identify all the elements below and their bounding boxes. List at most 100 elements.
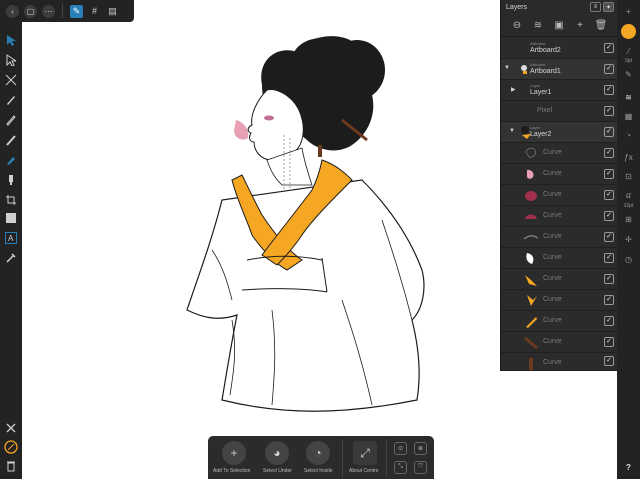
- pin-icon[interactable]: ✦: [603, 2, 614, 12]
- snap-icon[interactable]: ✢: [621, 232, 636, 246]
- curve-thumb: [525, 275, 537, 286]
- stroke-icon[interactable]: ⁄: [621, 44, 636, 58]
- visibility-checkbox[interactable]: ✓: [604, 356, 614, 366]
- visibility-checkbox[interactable]: ✓: [604, 148, 614, 158]
- snapping-icon[interactable]: [3, 439, 19, 455]
- visibility-checkbox[interactable]: ✓: [604, 43, 614, 53]
- curve-row[interactable]: Curve ✓: [501, 227, 618, 248]
- layer-stack-icon[interactable]: ≋: [532, 20, 544, 32]
- layer-row-layer1[interactable]: ▶ Layer Layer1 ✓: [501, 80, 618, 101]
- toolbar-divider: [62, 4, 63, 18]
- back-icon[interactable]: ‹: [6, 4, 19, 18]
- effects-icon[interactable]: ƒx: [621, 150, 636, 164]
- shape-tool[interactable]: [3, 210, 19, 226]
- document-icon[interactable]: ▢: [24, 4, 37, 18]
- layer-row-artboard2[interactable]: Artboard Artboard2 ✓: [501, 38, 618, 59]
- crop-tool[interactable]: [3, 192, 19, 208]
- layer-row-artboard1[interactable]: ▼ Artboard Artboard1 ✓: [501, 59, 618, 80]
- transform-icon[interactable]: ⊡: [621, 169, 636, 183]
- add-panel-icon[interactable]: +: [621, 4, 636, 18]
- corner-tool[interactable]: [3, 72, 19, 88]
- about-centre-label: About Centre: [349, 468, 379, 474]
- expand-arrow-icon[interactable]: ▼: [504, 65, 510, 71]
- select-under-button[interactable]: ◕: [265, 441, 289, 465]
- visibility-checkbox[interactable]: ✓: [604, 127, 614, 137]
- visibility-checkbox[interactable]: ✓: [604, 253, 614, 263]
- visibility-checkbox[interactable]: ✓: [604, 232, 614, 242]
- curve-thumb: [529, 358, 533, 370]
- curve-row[interactable]: Curve ✓: [501, 353, 618, 371]
- visibility-checkbox[interactable]: ✓: [604, 169, 614, 179]
- trash-icon[interactable]: [3, 458, 19, 474]
- text-style-icon[interactable]: a: [621, 188, 636, 202]
- visibility-checkbox[interactable]: ✓: [604, 190, 614, 200]
- visibility-checkbox[interactable]: ✓: [604, 274, 614, 284]
- brush-icon[interactable]: ✎: [621, 67, 636, 81]
- navigator-icon[interactable]: ⊞: [621, 212, 636, 226]
- vector-brush-tool[interactable]: [3, 132, 19, 148]
- history-icon[interactable]: ◷: [621, 252, 636, 266]
- layer-row-pixel[interactable]: Pixel ✓: [501, 101, 618, 122]
- export-icon[interactable]: ▤: [106, 5, 119, 18]
- layer-type: Layer: [530, 83, 541, 88]
- close-icon[interactable]: [3, 420, 19, 436]
- curve-row[interactable]: Curve ✓: [501, 311, 618, 332]
- grid-icon[interactable]: #: [88, 5, 101, 18]
- list-icon[interactable]: ≡: [590, 2, 601, 12]
- visibility-checkbox[interactable]: ✓: [604, 64, 614, 74]
- curve-row[interactable]: Curve ✓: [501, 143, 618, 164]
- artistic-text-tool[interactable]: A: [3, 230, 19, 246]
- curve-thumb: [524, 336, 538, 350]
- visibility-checkbox[interactable]: ✓: [604, 85, 614, 95]
- expand-arrow-icon[interactable]: ▶: [511, 86, 516, 93]
- font-size-value: 12pt: [623, 203, 634, 209]
- curve-row[interactable]: Curve ✓: [501, 248, 618, 269]
- more-icon[interactable]: ⋯: [42, 4, 55, 18]
- curve-row[interactable]: Curve ✓: [501, 269, 618, 290]
- add-to-selection-label: Add To Selection: [213, 468, 251, 474]
- fill-tool[interactable]: [3, 152, 19, 168]
- curve-row[interactable]: Curve ✓: [501, 206, 618, 227]
- node-tool[interactable]: [3, 52, 19, 68]
- curve-thumb: [527, 295, 537, 306]
- visibility-checkbox[interactable]: ✓: [604, 211, 614, 221]
- top-toolbar: ‹ ▢ ⋯ ✎ # ▤: [0, 0, 134, 22]
- visibility-checkbox[interactable]: ✓: [604, 316, 614, 326]
- curve-row[interactable]: Curve ✓: [501, 332, 618, 353]
- toolbar-divider: [342, 439, 343, 477]
- transform-origin-icon[interactable]: ⊙: [394, 442, 407, 455]
- about-centre-button[interactable]: ⤢: [353, 441, 377, 465]
- help-icon[interactable]: ?: [621, 460, 636, 474]
- fit-icon[interactable]: ⤡: [394, 461, 407, 474]
- curve-row[interactable]: Curve ✓: [501, 290, 618, 311]
- persona-icon[interactable]: ✎: [70, 4, 83, 18]
- tools-panel: A: [0, 22, 22, 479]
- pencil-tool[interactable]: [3, 112, 19, 128]
- add-layer-icon[interactable]: +: [574, 20, 586, 32]
- swatches-icon[interactable]: ▦: [621, 109, 636, 123]
- fill-frame-icon[interactable]: ⤧: [414, 461, 427, 474]
- visibility-checkbox[interactable]: ✓: [604, 106, 614, 116]
- curve-row[interactable]: Curve ✓: [501, 185, 618, 206]
- transparency-tool[interactable]: [3, 172, 19, 188]
- visibility-checkbox[interactable]: ✓: [604, 337, 614, 347]
- add-to-selection-button[interactable]: +: [222, 441, 246, 465]
- color-picker-tool[interactable]: [3, 250, 19, 266]
- mask-icon[interactable]: ▣: [553, 20, 565, 32]
- select-under-label: Select Under: [263, 468, 292, 474]
- layer-row-layer2[interactable]: ▼ Layer Layer2 ✓: [501, 122, 618, 143]
- curve-thumb: [526, 253, 534, 264]
- delete-layer-icon[interactable]: 🗑: [595, 20, 608, 32]
- expand-arrow-icon[interactable]: ▼: [509, 128, 515, 134]
- curve-row[interactable]: Curve ✓: [501, 164, 618, 185]
- color-wheel-icon[interactable]: ◔: [621, 128, 636, 142]
- blend-icon[interactable]: ⊖: [511, 20, 523, 32]
- layer-name: Curve: [543, 296, 562, 303]
- pen-tool[interactable]: [3, 92, 19, 108]
- select-inside-button[interactable]: ◔: [306, 441, 330, 465]
- crosshair-icon[interactable]: ⊕: [414, 442, 427, 455]
- move-tool[interactable]: [3, 32, 19, 48]
- color-swatch[interactable]: [621, 24, 636, 39]
- visibility-checkbox[interactable]: ✓: [604, 295, 614, 305]
- layers-icon[interactable]: ≋: [621, 90, 636, 104]
